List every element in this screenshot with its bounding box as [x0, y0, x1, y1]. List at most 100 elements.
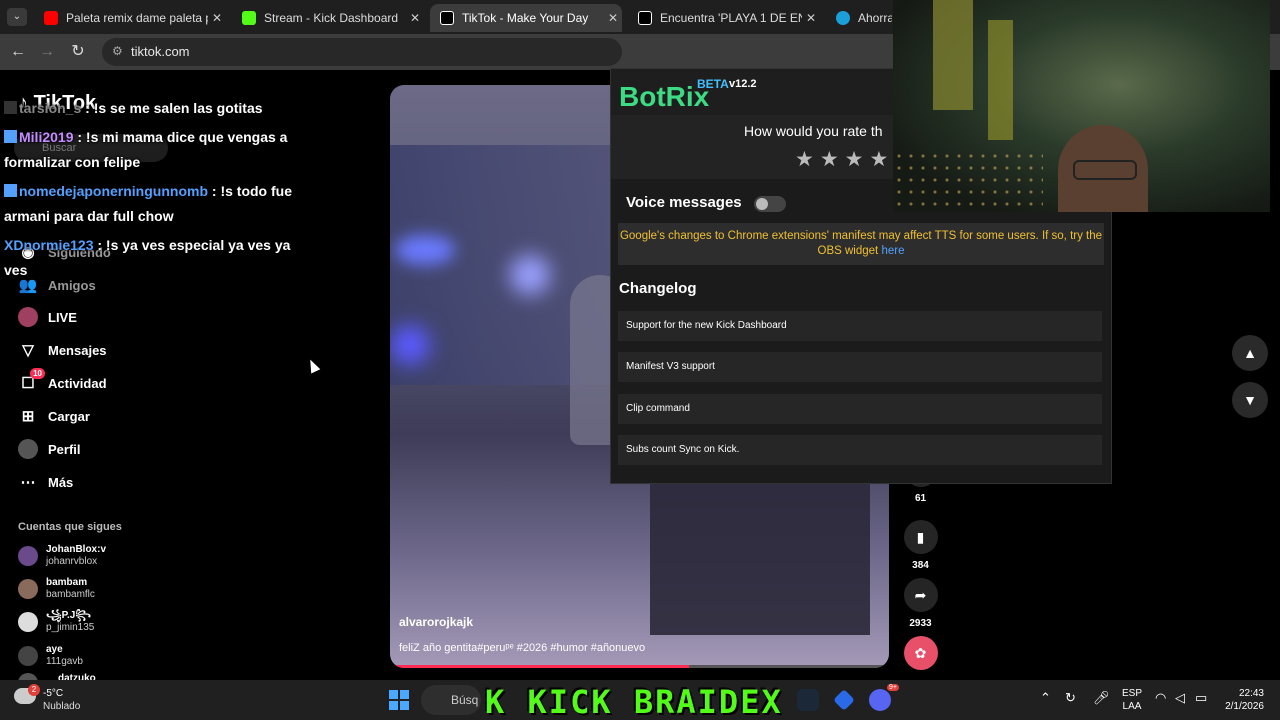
activity-icon: ☐ 10 [18, 368, 45, 393]
address-bar[interactable]: ⚙ tiktok.com [102, 38, 622, 66]
site-info-icon[interactable]: ⚙ [112, 44, 123, 58]
nav-label: Cargar [48, 408, 90, 424]
system-clock[interactable]: 22:43 2/1/2026 [1218, 687, 1264, 713]
chat-message: nomedejaponerningunnomb : !s todo fue ar… [4, 179, 309, 229]
wifi-icon[interactable]: ◠ [1155, 690, 1166, 706]
steam-taskbar-icon[interactable] [797, 689, 819, 711]
account-handle: 111gavb [46, 656, 83, 667]
following-account[interactable]: ꧁P.J꧂ p_jimin135 [18, 610, 94, 634]
volume-icon[interactable]: ◁ [1175, 690, 1185, 706]
upload-icon: ⊞ [21, 408, 35, 425]
previous-video-button[interactable]: ▲ [1232, 335, 1268, 371]
sidebar-item-mas[interactable]: ⋯ Más [18, 472, 74, 492]
tab-title: Paleta remix dame paleta paleta [66, 11, 208, 25]
video-frame [510, 255, 550, 295]
tab-search-button[interactable]: ⌄ [7, 8, 27, 26]
rating-stars[interactable]: ★★★★ [795, 147, 894, 172]
tab-youtube[interactable]: Paleta remix dame paleta paleta ✕ [34, 4, 226, 32]
chevron-up-icon[interactable]: ⌃ [1040, 690, 1051, 706]
taskbar-search-text: Búsq [451, 693, 479, 707]
sync-icon[interactable]: ↻ [1065, 690, 1076, 706]
next-video-button[interactable]: ▼ [1232, 382, 1268, 418]
video-author[interactable]: alvarorojkajk [399, 615, 473, 629]
following-account[interactable]: JohanBlox:v johanrvblox [18, 544, 106, 568]
bookmark-count: 384 [912, 560, 929, 571]
taskbar-search[interactable]: Búsq [421, 685, 481, 715]
close-icon[interactable]: ✕ [406, 11, 424, 25]
back-icon[interactable]: ← [8, 42, 28, 62]
changelog-item[interactable]: Manifest V3 support [618, 352, 1102, 382]
chat-message: XDnormie123 : !s ya ves especial ya ves … [4, 233, 309, 283]
tab-title: Encuentra 'PLAYA 1 DE ENERO' [660, 11, 802, 25]
microphone-icon[interactable]: 🎤︎ [1093, 690, 1110, 706]
battery-icon[interactable]: ▭ [1195, 690, 1207, 706]
language-code: ESP [1122, 688, 1143, 699]
video-caption: feliZ año gentita#peruᵖᵉ #2026 #humor #a… [399, 642, 646, 654]
sidebar-item-perfil[interactable]: Perfil [18, 439, 81, 459]
tab-kick-dashboard[interactable]: Stream - Kick Dashboard ✕ [232, 4, 424, 32]
chat-badge-icon [4, 130, 17, 143]
changelog-item[interactable]: Clip command [618, 394, 1102, 424]
close-icon[interactable]: ✕ [604, 11, 622, 25]
music-disc[interactable]: ✿ [903, 636, 938, 670]
share-action[interactable]: ➦ 2933 [903, 578, 938, 629]
tiktok-icon [440, 11, 454, 25]
chat-text: : !s se me salen las gotitas [81, 100, 263, 116]
chat-username: nomedejaponerningunnomb [19, 183, 208, 199]
chat-username: XDnormie123 [4, 237, 94, 253]
webcam-frame [933, 0, 973, 110]
tab-title: Ahorra u [858, 11, 892, 25]
changelog-item[interactable]: Subs count Sync on Kick. [618, 435, 1102, 465]
voice-messages-toggle[interactable] [754, 196, 786, 212]
temperature: -5°C [43, 688, 64, 699]
reload-icon[interactable]: ↻ [68, 42, 88, 62]
avatar [18, 646, 38, 666]
live-icon [18, 307, 38, 327]
youtube-icon [44, 11, 58, 25]
close-icon[interactable]: ✕ [802, 11, 820, 25]
rating-question: How would you rate th [744, 123, 883, 139]
chevron-down-icon: ▼ [1243, 392, 1257, 408]
following-account[interactable]: datzuko [18, 673, 96, 680]
following-account[interactable]: aye 111gavb [18, 644, 83, 668]
account-handle: bambamflc [46, 589, 95, 600]
close-icon[interactable]: ✕ [208, 11, 226, 25]
tts-notice: Google's changes to Chrome extensions' m… [618, 223, 1104, 265]
video-progress-bar[interactable] [390, 665, 889, 668]
video-frame [395, 235, 455, 265]
weather-description: Nublado [43, 701, 81, 712]
profile-icon [18, 439, 38, 459]
chat-message: Mili2019 : !s mi mama dice que vengas a … [4, 125, 309, 175]
webcam-overlay [893, 0, 1270, 212]
nav-label: Actividad [48, 375, 107, 391]
app-taskbar-icon[interactable] [833, 689, 855, 711]
nav-label: Más [48, 474, 74, 490]
webcam-frame [893, 150, 1043, 210]
account-name: ꧁P.J꧂ [46, 610, 91, 621]
voice-messages-label: Voice messages [626, 194, 742, 211]
sidebar-item-live[interactable]: LIVE [18, 307, 77, 327]
discord-icon[interactable]: 9+ [869, 684, 899, 711]
changelog-item[interactable]: Support for the new Kick Dashboard [618, 311, 1102, 341]
forward-icon[interactable]: → [37, 42, 57, 62]
tiktok-icon [638, 11, 652, 25]
bookmark-icon: ▮ [903, 520, 938, 554]
tab-tiktok[interactable]: TikTok - Make Your Day ✕ [430, 4, 622, 32]
obs-widget-link[interactable]: here [881, 245, 904, 257]
beta-label: BETA [697, 77, 729, 91]
following-account[interactable]: bambam bambamflc [18, 577, 95, 601]
webcam-frame [988, 20, 1013, 140]
language-indicator[interactable]: ESP LAA [1122, 687, 1142, 713]
video-progress-fill [390, 665, 690, 668]
start-button[interactable] [389, 690, 409, 710]
sidebar-item-mensajes[interactable]: ▽ Mensajes [18, 340, 106, 360]
chat-badge-icon [4, 101, 17, 114]
tab-tiktok-search[interactable]: Encuentra 'PLAYA 1 DE ENERO' ✕ [628, 4, 820, 32]
stream-chat-overlay: tarsion_s : !s se me salen las gotitas M… [4, 96, 309, 287]
sidebar-item-actividad[interactable]: ☐ 10 Actividad [18, 368, 107, 393]
sidebar-item-cargar[interactable]: ⊞ Cargar [18, 406, 90, 426]
account-handle: johanrvblox [46, 556, 98, 567]
bookmark-action[interactable]: ▮ 384 [903, 520, 938, 571]
steam-icon [836, 11, 850, 25]
tab-steam[interactable]: Ahorra u [826, 4, 892, 32]
